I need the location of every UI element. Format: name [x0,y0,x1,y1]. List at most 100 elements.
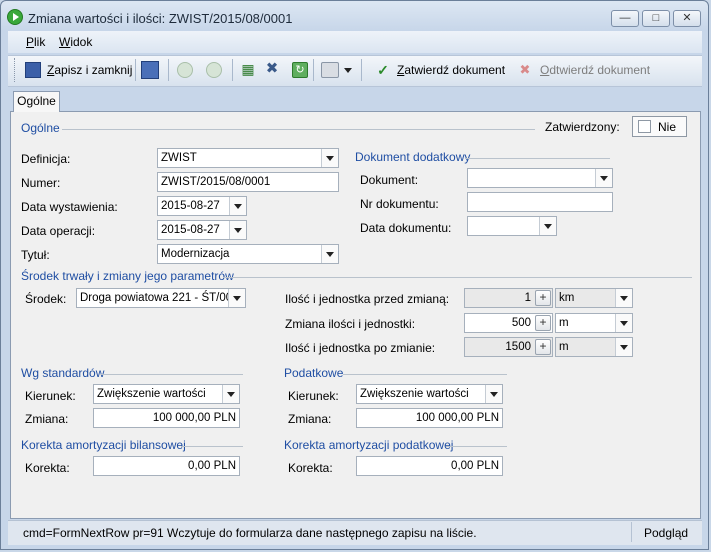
asset-select[interactable]: Droga powiatowa 221 - ŚT/00( [76,288,246,308]
title-label: Tytuł: [21,248,50,262]
operation-date-label: Data operacji: [21,224,96,238]
tax-direction-value: Zwiększenie wartości [360,388,469,400]
confirmed-value: Nie [658,120,677,134]
section-balance-correction-title: Korekta amortyzacji bilansowej [21,438,186,452]
section-asset-title: Środek trwały i zmiany jego parametrów [21,269,234,283]
qty-after-plus-button[interactable]: + [535,339,551,355]
confirm-check-icon[interactable]: ✓ [375,62,391,78]
unconfirm-document-button[interactable]: Odtwierdź dokument [540,63,650,77]
chevron-down-icon[interactable] [321,245,338,263]
unconfirm-x-icon[interactable]: ✖ [517,62,533,78]
document-label: Dokument: [360,173,419,187]
preview-button[interactable]: Podgląd [644,526,688,540]
tax-correction-label: Korekta: [288,461,333,475]
standards-change-label: Zmiana: [25,412,69,426]
title-value: Modernizacja [161,248,230,260]
chevron-down-icon[interactable] [228,289,245,307]
chevron-down-icon[interactable] [615,289,632,307]
qty-before-plus-button[interactable]: + [535,290,551,306]
section-divider [181,446,243,447]
section-divider [223,277,692,278]
toolbar-grip [14,58,18,82]
confirmed-checkbox[interactable] [638,120,651,133]
chevron-down-icon[interactable] [615,314,632,332]
definition-select[interactable]: ZWIST [157,148,339,168]
definition-value: ZWIST [161,152,197,164]
toolbar-separator [232,59,233,81]
doc-number-label: Nr dokumentu: [360,197,439,211]
chevron-down-icon[interactable] [615,338,632,356]
unconfirm-accel: O [540,63,550,77]
chevron-down-icon[interactable] [229,221,246,239]
unit-after-value: m [559,341,569,353]
chevron-down-icon[interactable] [485,385,502,403]
tax-direction-select[interactable]: Zwiększenie wartości [356,384,503,404]
operation-date-field[interactable]: 2015-08-27 [157,220,247,240]
maximize-button[interactable]: □ [642,10,670,27]
unconfirm-label: dtwierdź dokument [549,63,651,77]
section-standards-title: Wg standardów [21,366,105,380]
toolbar-separator [168,59,169,81]
menu-view-accel: W [59,35,71,49]
confirmed-label: Zatwierdzony: [545,120,620,134]
save-close-label: apisz i zamknij [54,63,133,77]
chevron-down-icon[interactable] [229,197,246,215]
definition-label: Definicja: [21,152,71,166]
tax-correction-field[interactable]: 0,00 PLN [356,456,503,476]
qty-change-label: Zmiana ilości i jednostki: [285,317,416,331]
chevron-down-icon[interactable] [321,149,338,167]
toolbar-separator [313,59,314,81]
standards-direction-label: Kierunek: [25,389,76,403]
menu-file-label: lik [34,35,46,49]
section-additional-doc-title: Dokument dodatkowy [355,150,471,164]
chevron-down-icon[interactable] [222,385,239,403]
status-message: cmd=FormNextRow pr=91 Wczytuje do formul… [23,526,477,540]
save-icon[interactable] [141,61,159,79]
standards-change-field[interactable]: 100 000,00 PLN [93,408,240,428]
menu-file[interactable]: Plik [26,35,45,49]
forward-arrow-icon[interactable] [206,62,222,78]
number-field[interactable]: ZWIST/2015/08/0001 [157,172,339,192]
section-divider [101,374,243,375]
tax-change-field[interactable]: 100 000,00 PLN [356,408,503,428]
save-close-button[interactable]: Zapisz i zamknij [47,63,132,77]
add-row-icon[interactable]: ▦ [240,62,256,78]
window-title: Zmiana wartości i ilości: ZWIST/2015/08/… [28,11,293,26]
chevron-down-icon[interactable] [539,217,556,235]
unit-change-select[interactable]: m [555,313,633,333]
tax-direction-label: Kierunek: [288,389,339,403]
refresh-icon[interactable]: ↻ [292,62,308,78]
status-divider [631,522,632,542]
toolbar-separator [135,59,136,81]
doc-date-field[interactable] [467,216,557,236]
save-close-icon[interactable] [25,62,41,78]
confirmed-toggle[interactable]: Nie [632,116,687,137]
balance-correction-field[interactable]: 0,00 PLN [93,456,240,476]
menu-bar [8,31,702,53]
balance-correction-label: Korekta: [25,461,70,475]
qty-before-label: Ilość i jednostka przed zmianą: [285,292,450,306]
section-divider [343,374,507,375]
confirm-label: atwierdź dokument [404,63,506,77]
qty-change-plus-button[interactable]: + [535,315,551,331]
back-arrow-icon[interactable] [177,62,193,78]
menu-view[interactable]: Widok [59,35,92,49]
doc-number-field[interactable] [467,192,613,212]
chevron-down-icon[interactable] [595,169,612,187]
minimize-button[interactable]: — [611,10,639,27]
confirm-document-button[interactable]: Zatwierdź dokument [397,63,505,77]
standards-direction-value: Zwiększenie wartości [97,388,206,400]
section-tax-correction-title: Korekta amortyzacji podatkowej [284,438,454,452]
print-icon[interactable] [321,62,339,78]
tax-change-label: Zmiana: [288,412,332,426]
close-button[interactable]: ✕ [673,10,701,27]
print-dropdown-arrow-icon[interactable] [344,68,352,73]
tab-general[interactable]: Ogólne [13,91,60,112]
standards-direction-select[interactable]: Zwiększenie wartości [93,384,240,404]
document-select[interactable] [467,168,613,188]
title-select[interactable]: Modernizacja [157,244,339,264]
tools-icon[interactable]: ✖ [264,61,280,77]
section-divider [465,158,610,159]
issue-date-field[interactable]: 2015-08-27 [157,196,247,216]
issue-date-label: Data wystawienia: [21,200,118,214]
